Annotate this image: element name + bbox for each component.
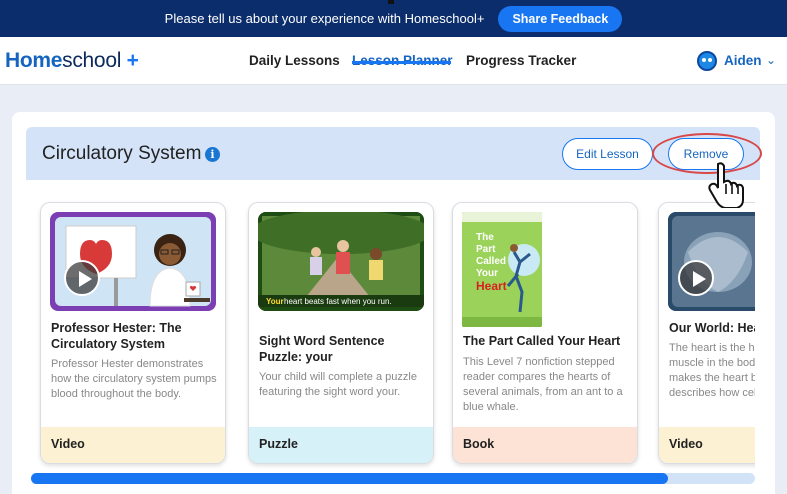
card-type-label: Book bbox=[453, 427, 637, 463]
scrollbar-thumb[interactable] bbox=[31, 473, 669, 484]
resource-card-book[interactable]: The Part Called Your Heart The Part Call… bbox=[452, 202, 638, 464]
svg-text:Called: Called bbox=[476, 256, 506, 267]
card-description: The heart is the hardest working muscle … bbox=[669, 342, 755, 399]
active-tab-underline bbox=[352, 61, 451, 64]
feedback-banner: Please tell us about your experience wit… bbox=[0, 0, 787, 37]
heart-xray-image bbox=[668, 212, 755, 311]
resource-card-video[interactable]: Our World: Heart The heart is the hardes… bbox=[658, 202, 755, 464]
book-cover-art: The Part Called Your Heart bbox=[462, 212, 542, 327]
user-name[interactable]: Aiden bbox=[724, 53, 762, 68]
card-title: The Part Called Your Heart bbox=[463, 334, 621, 348]
caption-sentence: heart beats fast when you run. bbox=[284, 297, 392, 306]
camera-notch bbox=[388, 0, 394, 4]
card-type-label: Video bbox=[41, 427, 225, 463]
nav-progress-tracker[interactable]: Progress Tracker bbox=[466, 53, 576, 68]
chevron-down-icon[interactable]: ⌄ bbox=[766, 53, 776, 67]
puzzle-thumbnail: Your heart beats fast when you run. bbox=[258, 212, 424, 311]
video-thumbnail bbox=[50, 212, 216, 311]
resource-cards: Professor Hester: The Circulatory System… bbox=[26, 180, 755, 470]
svg-text:Part: Part bbox=[476, 244, 496, 255]
hand-pointer-icon bbox=[708, 162, 744, 208]
avatar[interactable] bbox=[697, 51, 717, 71]
lesson-title: Circulatory System bbox=[42, 143, 202, 164]
resource-card-video[interactable]: Professor Hester: The Circulatory System… bbox=[40, 202, 226, 464]
svg-text:Your: Your bbox=[476, 268, 498, 279]
play-icon[interactable] bbox=[64, 260, 100, 296]
info-icon[interactable]: i bbox=[205, 147, 220, 162]
share-feedback-button[interactable]: Share Feedback bbox=[498, 5, 623, 32]
homeschool-plus-logo[interactable]: Homeschool + bbox=[5, 49, 139, 73]
top-nav: Homeschool + Daily Lessons Lesson Planne… bbox=[0, 37, 787, 85]
nav-daily-lessons[interactable]: Daily Lessons bbox=[249, 53, 340, 68]
card-title: Our World: Heart bbox=[669, 321, 755, 335]
svg-text:The: The bbox=[476, 232, 494, 243]
caption-highlight-word: Your bbox=[266, 297, 284, 306]
play-icon[interactable] bbox=[678, 260, 714, 296]
card-description: Your child will complete a puzzle featur… bbox=[259, 371, 417, 398]
card-type-label: Puzzle bbox=[249, 427, 433, 463]
card-title: Professor Hester: The Circulatory System bbox=[51, 321, 182, 351]
kids-running-photo: Your heart beats fast when you run. bbox=[258, 212, 424, 311]
feedback-message: Please tell us about your experience wit… bbox=[164, 11, 485, 26]
card-description: Professor Hester demonstrates how the ci… bbox=[51, 358, 217, 400]
svg-text:Heart: Heart bbox=[476, 279, 507, 293]
card-title: Sight Word Sentence Puzzle: your bbox=[259, 334, 385, 364]
resource-card-puzzle[interactable]: Your heart beats fast when you run. Sigh… bbox=[248, 202, 434, 464]
book-cover: The Part Called Your Heart bbox=[462, 212, 542, 327]
card-description: This Level 7 nonfiction stepped reader c… bbox=[463, 356, 623, 413]
video-thumbnail bbox=[668, 212, 755, 311]
card-type-label: Video bbox=[659, 427, 755, 463]
edit-lesson-button[interactable]: Edit Lesson bbox=[562, 138, 653, 170]
cards-scrollbar[interactable] bbox=[31, 473, 755, 484]
